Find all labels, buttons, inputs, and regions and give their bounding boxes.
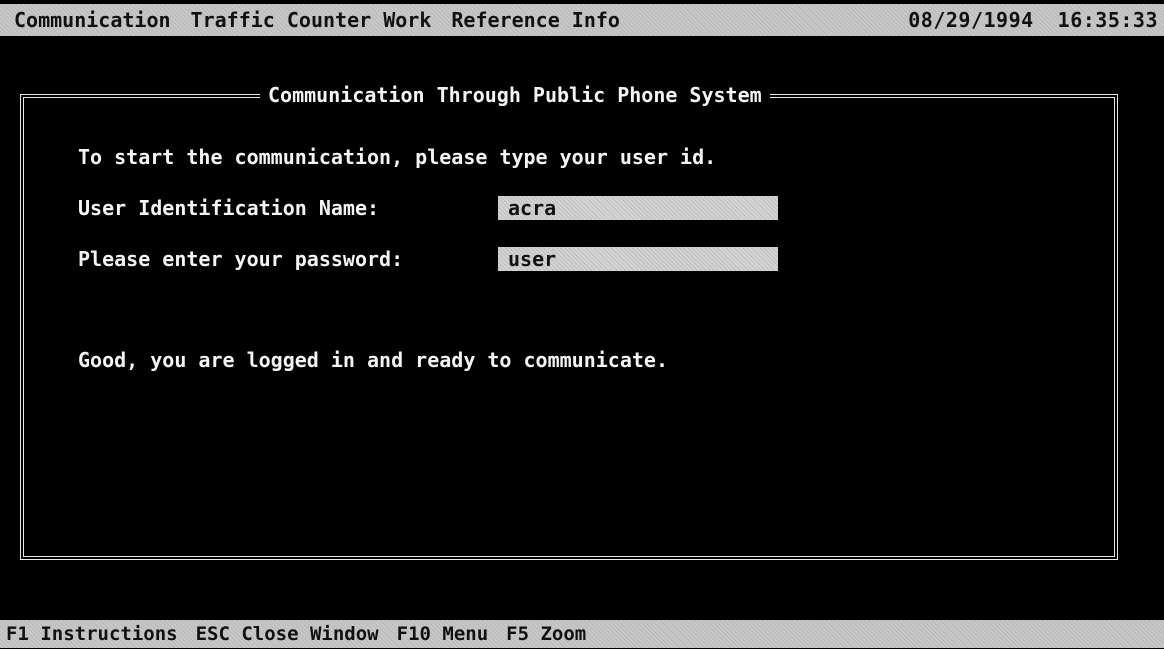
f10-menu-hint[interactable]: F10 Menu [397,623,489,645]
function-key-bar: F1 Instructions ESC Close Window F10 Men… [0,620,1164,648]
menu-communication[interactable]: Communication [14,8,171,32]
password-label: Please enter your password: [78,247,404,271]
menu-reference-info[interactable]: Reference Info [451,8,620,32]
time-display: 16:35:33 [1057,8,1158,32]
menu-traffic-counter-work[interactable]: Traffic Counter Work [191,8,432,32]
communication-window: Communication Through Public Phone Syste… [20,83,1118,560]
esc-close-window-hint[interactable]: ESC Close Window [196,623,379,645]
instruction-text: To start the communication, please type … [78,145,717,169]
menu-bar: Communication Traffic Counter Work Refer… [0,4,1164,36]
password-field[interactable]: user [498,247,778,271]
date-display: 08/29/1994 [908,8,1034,32]
login-status-message: Good, you are logged in and ready to com… [78,348,669,372]
f1-instructions-hint[interactable]: F1 Instructions [6,623,178,645]
f5-zoom-hint[interactable]: F5 Zoom [506,623,586,645]
user-id-field[interactable]: acra [498,196,778,220]
window-title: Communication Through Public Phone Syste… [260,83,770,107]
user-id-label: User Identification Name: [78,196,380,220]
